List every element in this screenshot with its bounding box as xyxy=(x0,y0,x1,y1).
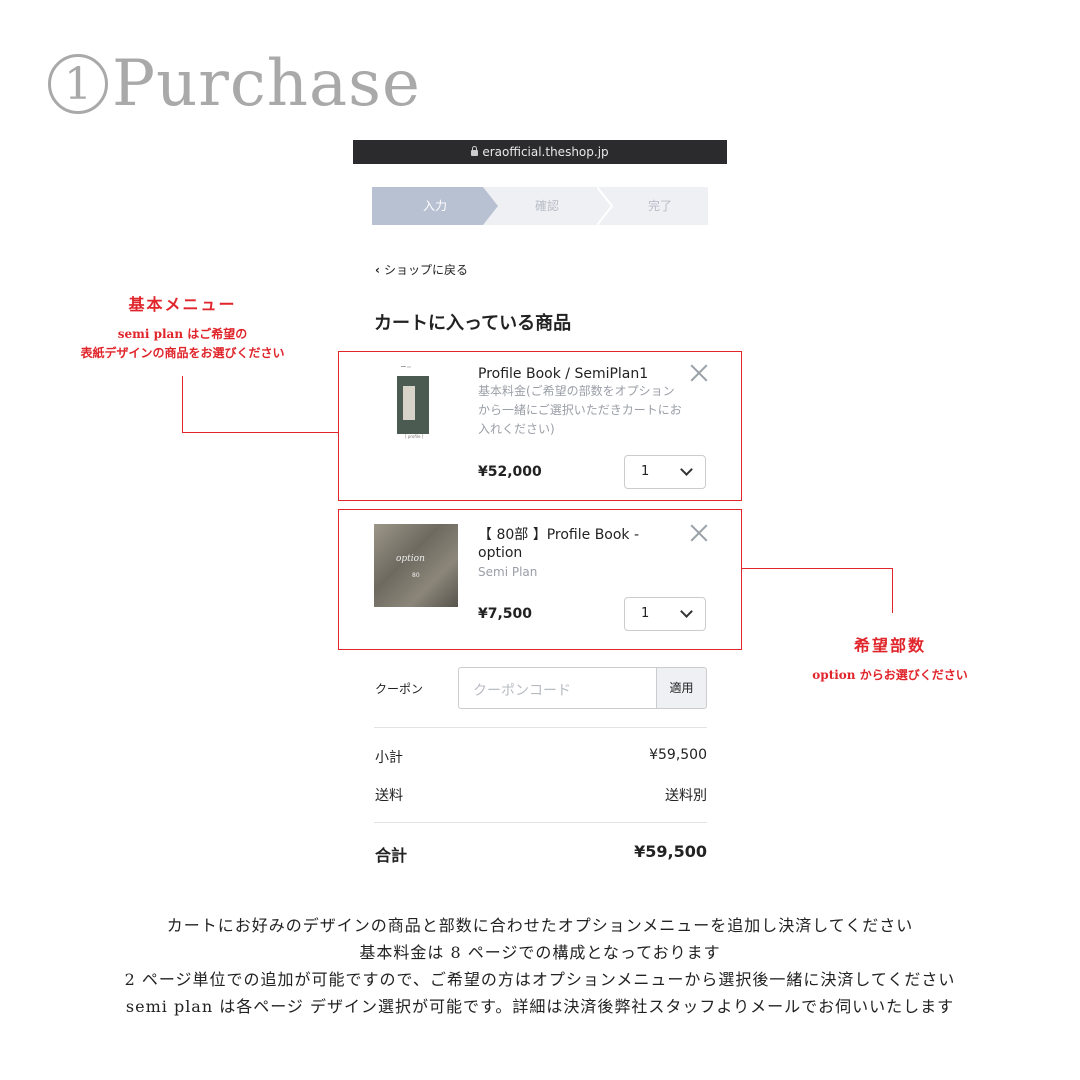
instructions-text: カートにお好みのデザインの商品と部数に合わせたオプションメニューを追加し決済して… xyxy=(0,912,1080,1020)
browser-url-bar[interactable]: eraofficial.theshop.jp xyxy=(353,140,727,164)
subtotal-value: ¥59,500 xyxy=(649,747,707,763)
connector-line xyxy=(741,568,893,569)
annotation-title: 基本メニュー xyxy=(128,295,237,314)
url-text: eraofficial.theshop.jp xyxy=(482,145,609,159)
instruction-line: カートにお好みのデザインの商品と部数に合わせたオプションメニューを追加し決済して… xyxy=(166,916,914,935)
step-complete: 完了 xyxy=(647,199,672,213)
page-heading: 1 Purchase xyxy=(48,52,421,116)
coupon-input[interactable]: クーポンコード xyxy=(458,667,658,709)
coupon-label: クーポン xyxy=(375,682,424,696)
connector-line xyxy=(182,376,183,433)
instruction-line: 基本料金は 8 ページでの構成となっております xyxy=(359,943,721,962)
annotation-text: option からお選びください xyxy=(812,668,968,682)
divider xyxy=(374,822,707,823)
quantity-annotation: 希望部数 option からお選びください xyxy=(775,632,1005,685)
basic-menu-annotation: 基本メニュー semi plan はご希望の 表紙デザインの商品をお選びください xyxy=(50,291,315,363)
lock-icon xyxy=(471,146,479,156)
step-confirm: 確認 xyxy=(534,199,559,213)
shipping-label: 送料 xyxy=(375,788,403,804)
instruction-line: 2 ページ単位での追加が可能ですので、ご希望の方はオプションメニューから選択後一… xyxy=(124,970,956,989)
shipping-value: 送料別 xyxy=(665,788,707,804)
apply-coupon-button[interactable]: 適用 xyxy=(656,667,707,709)
page-title: Purchase xyxy=(112,47,421,121)
step-input: 入力 xyxy=(372,187,498,225)
connector-line xyxy=(892,568,893,613)
annotation-text: 表紙デザインの商品をお選びください xyxy=(80,346,285,360)
annotation-text: semi plan はご希望の xyxy=(117,327,248,341)
checkout-steps: 入力 確認 完了 xyxy=(372,187,708,225)
annotation-title: 希望部数 xyxy=(853,636,926,655)
chevron-left-icon: ‹ xyxy=(375,263,380,277)
option-highlight xyxy=(338,509,742,650)
basic-menu-highlight xyxy=(338,351,742,501)
step-number-badge: 1 xyxy=(48,54,108,114)
cart-title: カートに入っている商品 xyxy=(374,313,572,334)
connector-line xyxy=(182,432,339,433)
total-value: ¥59,500 xyxy=(634,842,707,861)
instruction-line: semi plan は各ページ デザイン選択が可能です。詳細は決済後弊社スタッフ… xyxy=(125,997,955,1016)
back-to-shop-link[interactable]: ‹ ショップに戻る xyxy=(375,261,468,278)
subtotal-label: 小計 xyxy=(375,750,403,766)
back-link-label: ショップに戻る xyxy=(383,263,468,277)
total-label: 合計 xyxy=(375,846,408,865)
divider xyxy=(374,727,707,728)
